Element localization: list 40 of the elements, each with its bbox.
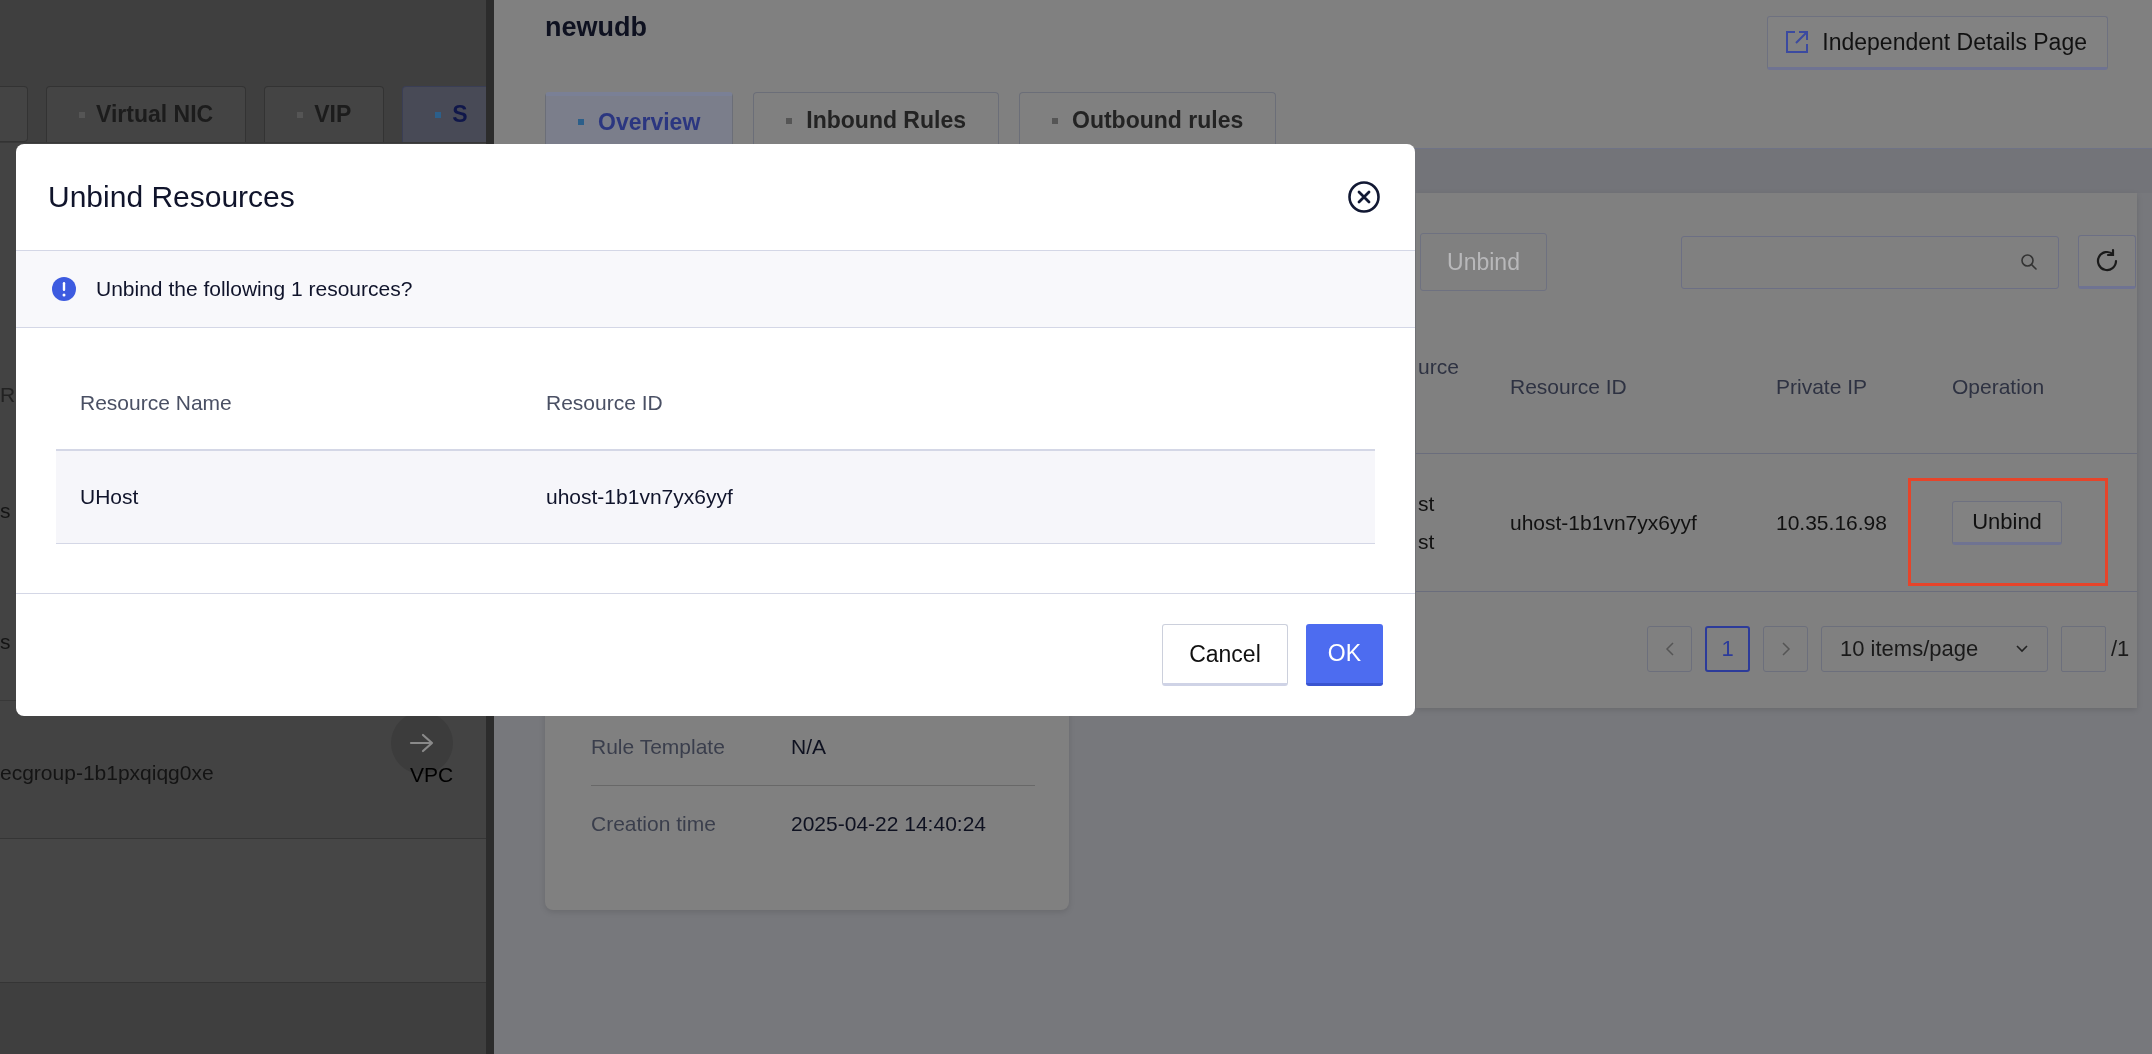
table-cell: uhost-1b1vn7yx6yyf — [546, 485, 733, 509]
alert-message: Unbind the following 1 resources? — [96, 277, 413, 301]
field-label: Creation time — [591, 812, 717, 836]
info-icon — [52, 277, 76, 301]
chevron-right-icon — [1780, 641, 1791, 657]
table-cell-text: UHost — [79, 485, 140, 509]
field-label: Rule Template — [591, 735, 726, 759]
table-cell-text: 10.35.16.98 — [1776, 510, 1888, 535]
column-header: Resource ID — [1510, 374, 1628, 400]
column-header: Operation — [1952, 374, 2046, 400]
page-button[interactable]: 1 — [1705, 626, 1750, 672]
search-field[interactable] — [1681, 235, 2059, 289]
table-cell-text: st — [1418, 491, 1436, 516]
chevron-down-icon — [2015, 644, 2029, 654]
previous-page-button[interactable] — [1647, 626, 1692, 672]
column-header: Private IP — [1776, 374, 1869, 400]
details-page-button[interactable]: Independent Details Page — [1767, 16, 2108, 70]
close-button[interactable] — [1347, 180, 1381, 214]
page-size-dropdown[interactable]: 10 items/page — [1821, 626, 2048, 672]
table-cell-text: uhost-1b1vn7yx6yyf — [1510, 510, 1698, 535]
arrow-icon — [409, 732, 435, 754]
close-icon — [1347, 180, 1381, 214]
chevron-left-icon — [1664, 641, 1675, 657]
search-icon — [2020, 253, 2038, 271]
column-header: urce — [1417, 354, 1460, 380]
page-total: /1 — [2111, 636, 2130, 662]
table-cell-text: st — [1418, 529, 1436, 554]
unbind-button[interactable]: Unbind — [1952, 500, 2062, 545]
cancel-button[interactable]: Cancel — [1162, 624, 1288, 686]
field-value: N/A — [791, 735, 826, 759]
next-page-button[interactable] — [1763, 626, 1808, 672]
drawer-title: newudb — [545, 12, 647, 43]
refresh-button[interactable] — [2078, 235, 2136, 289]
field-value: 2025-04-22 14:40:24 — [791, 812, 986, 836]
column-header: Resource Name — [79, 390, 233, 415]
table-cell: VPC — [410, 763, 454, 787]
ok-button[interactable]: OK — [1305, 624, 1383, 686]
column-header: Resource ID — [546, 390, 663, 415]
dialog-title: Unbind Resources — [48, 180, 295, 214]
external-link-icon — [1784, 29, 1811, 55]
